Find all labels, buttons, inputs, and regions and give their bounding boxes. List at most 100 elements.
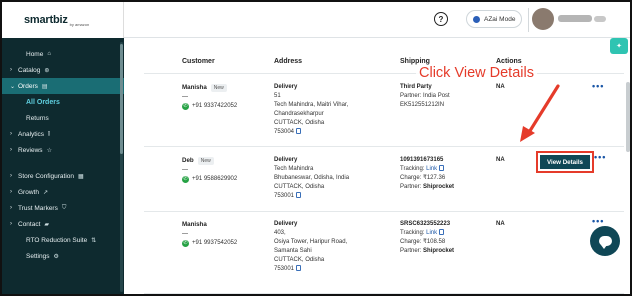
- sparkle-panel-toggle-icon[interactable]: ✦: [610, 38, 628, 54]
- sidebar-item-rto[interactable]: RTO Reduction Suite ⇅: [2, 232, 124, 248]
- customer-cell: Deb New — ✆ +91 9588629902: [182, 156, 237, 184]
- sidebar-item-label: Home: [26, 50, 44, 58]
- address-line: CUTTACK, Odisha: [274, 184, 325, 190]
- app-window: smartbiz by amazon Home ⌂ › Catalog ⊛ ⌄ …: [0, 0, 632, 296]
- partner-name: Shiprocket: [423, 184, 455, 190]
- address-line: 51: [274, 93, 281, 99]
- whatsapp-icon: ✆: [182, 176, 189, 183]
- sidebar-nav: Home ⌂ › Catalog ⊛ ⌄ Orders ▤ All Orders…: [2, 38, 124, 264]
- sidebar-subitem-returns[interactable]: Returns: [2, 110, 124, 126]
- sidebar-item-label: Growth: [18, 188, 39, 196]
- shipping-id: Third Party: [400, 84, 432, 90]
- user-menu-redacted[interactable]: [594, 16, 606, 22]
- tracking-label: Tracking:: [400, 230, 425, 236]
- sidebar-item-contact[interactable]: › Contact ▰: [2, 216, 124, 232]
- copy-icon[interactable]: [296, 265, 302, 272]
- analytics-icon: ⫾: [48, 130, 50, 137]
- shipping-charge: Charge: ₹127.36: [400, 175, 446, 181]
- chevron-right-icon: ›: [10, 221, 12, 227]
- view-details-button[interactable]: View Details: [540, 155, 590, 169]
- customer-cell: Manisha — ✆ +91 9937542052: [182, 220, 237, 248]
- whatsapp-icon: ✆: [182, 103, 189, 110]
- copy-icon[interactable]: [296, 128, 302, 135]
- home-icon: ⌂: [47, 51, 51, 57]
- phone-number: +91 9337422052: [192, 103, 238, 109]
- sidebar-scrollbar-thumb[interactable]: [120, 44, 123, 154]
- customer-phone[interactable]: ✆ +91 9937542052: [182, 239, 237, 248]
- address-cell: Delivery 403, Osiya Tower, Haripur Road,…: [274, 220, 347, 274]
- brand-logo[interactable]: smartbiz by amazon: [2, 2, 124, 38]
- chevron-right-icon: ›: [10, 173, 12, 179]
- sidebar-item-settings[interactable]: Settings ⚙: [2, 248, 124, 264]
- sidebar-item-analytics[interactable]: › Analytics ⫾: [2, 126, 124, 142]
- user-name-redacted[interactable]: [558, 15, 592, 22]
- chevron-right-icon: ›: [10, 131, 12, 137]
- orders-icon: ▤: [41, 83, 48, 90]
- chat-support-button[interactable]: [590, 226, 620, 256]
- sidebar-item-label: Analytics: [18, 130, 45, 138]
- address-line: Tech Mahindra, Maitri Vihar,: [274, 102, 349, 108]
- address-line: Osiya Tower, Haripur Road,: [274, 239, 348, 245]
- store-icon: ▦: [78, 173, 84, 180]
- chevron-right-icon: ›: [10, 205, 12, 211]
- customer-phone[interactable]: ✆ +91 9337422052: [182, 102, 237, 111]
- column-header-customer: Customer: [182, 58, 215, 65]
- azai-mode-button[interactable]: AZai Mode: [466, 10, 522, 28]
- sidebar-item-label: Store Configuration: [18, 172, 75, 180]
- sidebar-item-reviews[interactable]: › Reviews ☆: [2, 142, 124, 158]
- address-type: Delivery: [274, 221, 298, 227]
- tracking-link[interactable]: Link: [426, 166, 437, 172]
- chevron-right-icon: ›: [10, 147, 12, 153]
- more-options-icon[interactable]: •••: [592, 81, 604, 91]
- sidebar-item-label: Returns: [26, 114, 49, 122]
- address-line: 403,: [274, 230, 286, 236]
- address-line: Samanta Sahi: [274, 248, 312, 254]
- copy-icon[interactable]: [439, 229, 445, 236]
- avatar[interactable]: [532, 8, 554, 30]
- address-type: Delivery: [274, 157, 298, 163]
- chevron-right-icon: ›: [10, 189, 12, 195]
- sidebar-item-store-configuration[interactable]: › Store Configuration ▦: [2, 168, 124, 184]
- more-options-icon[interactable]: •••: [594, 152, 606, 162]
- tracking-link[interactable]: Link: [426, 230, 437, 236]
- catalog-icon: ⊛: [44, 67, 50, 74]
- sidebar-item-catalog[interactable]: › Catalog ⊛: [2, 62, 124, 78]
- shipping-partner: Partner: India Post: [400, 93, 450, 99]
- rto-icon: ⇅: [91, 237, 97, 244]
- customer-dash: —: [182, 94, 188, 100]
- table-row[interactable]: Manisha — ✆ +91 9937542052 Delivery 403, …: [144, 212, 624, 294]
- sidebar-item-home[interactable]: Home ⌂: [2, 46, 124, 62]
- copy-icon[interactable]: [296, 192, 302, 199]
- customer-phone[interactable]: ✆ +91 9588629902: [182, 175, 237, 184]
- sidebar-item-label: All Orders: [26, 98, 60, 106]
- status-badge: New: [197, 157, 214, 165]
- sidebar-item-orders[interactable]: ⌄ Orders ▤: [2, 78, 124, 94]
- copy-icon[interactable]: [439, 165, 445, 172]
- sidebar-item-label: Trust Markers: [18, 204, 58, 212]
- shipping-cell: Third Party Partner: India Post EK512551…: [400, 83, 450, 110]
- sidebar-item-trust-markers[interactable]: › Trust Markers ⛉: [2, 200, 124, 216]
- address-cell: Delivery Tech Mahindra Bhubaneswar, Odis…: [274, 156, 349, 201]
- chat-icon: [598, 236, 612, 249]
- top-bar: ? AZai Mode: [124, 2, 630, 38]
- address-pin: 753004: [274, 129, 295, 135]
- customer-name: Deb: [182, 157, 194, 164]
- shipping-cell: SRSC6323552223 Tracking: Link Charge: ₹1…: [400, 220, 454, 256]
- column-header-actions: Actions: [496, 58, 522, 65]
- main-scrollbar[interactable]: [626, 82, 630, 152]
- logo-subtext: by amazon: [69, 21, 90, 27]
- table-header: Customer Address Shipping Actions: [144, 48, 624, 74]
- sidebar-item-label: Catalog: [18, 66, 41, 74]
- help-icon[interactable]: ?: [434, 12, 448, 26]
- sidebar-item-label: RTO Reduction Suite: [26, 236, 88, 244]
- status-value: NA: [496, 221, 505, 227]
- topbar-divider: [528, 8, 529, 32]
- chevron-right-icon: ›: [10, 67, 12, 73]
- sidebar-item-growth[interactable]: › Growth ↗: [2, 184, 124, 200]
- star-icon: ☆: [46, 147, 52, 154]
- table-row[interactable]: Deb New — ✆ +91 9588629902 Delivery Tech M…: [144, 147, 624, 212]
- shipping-cell: 1091391673165 Tracking: Link Charge: ₹12…: [400, 156, 454, 192]
- more-options-icon[interactable]: •••: [592, 216, 604, 226]
- orders-table-area: Customer Address Shipping Actions Manish…: [124, 38, 630, 294]
- sidebar-subitem-all-orders[interactable]: All Orders: [2, 94, 124, 110]
